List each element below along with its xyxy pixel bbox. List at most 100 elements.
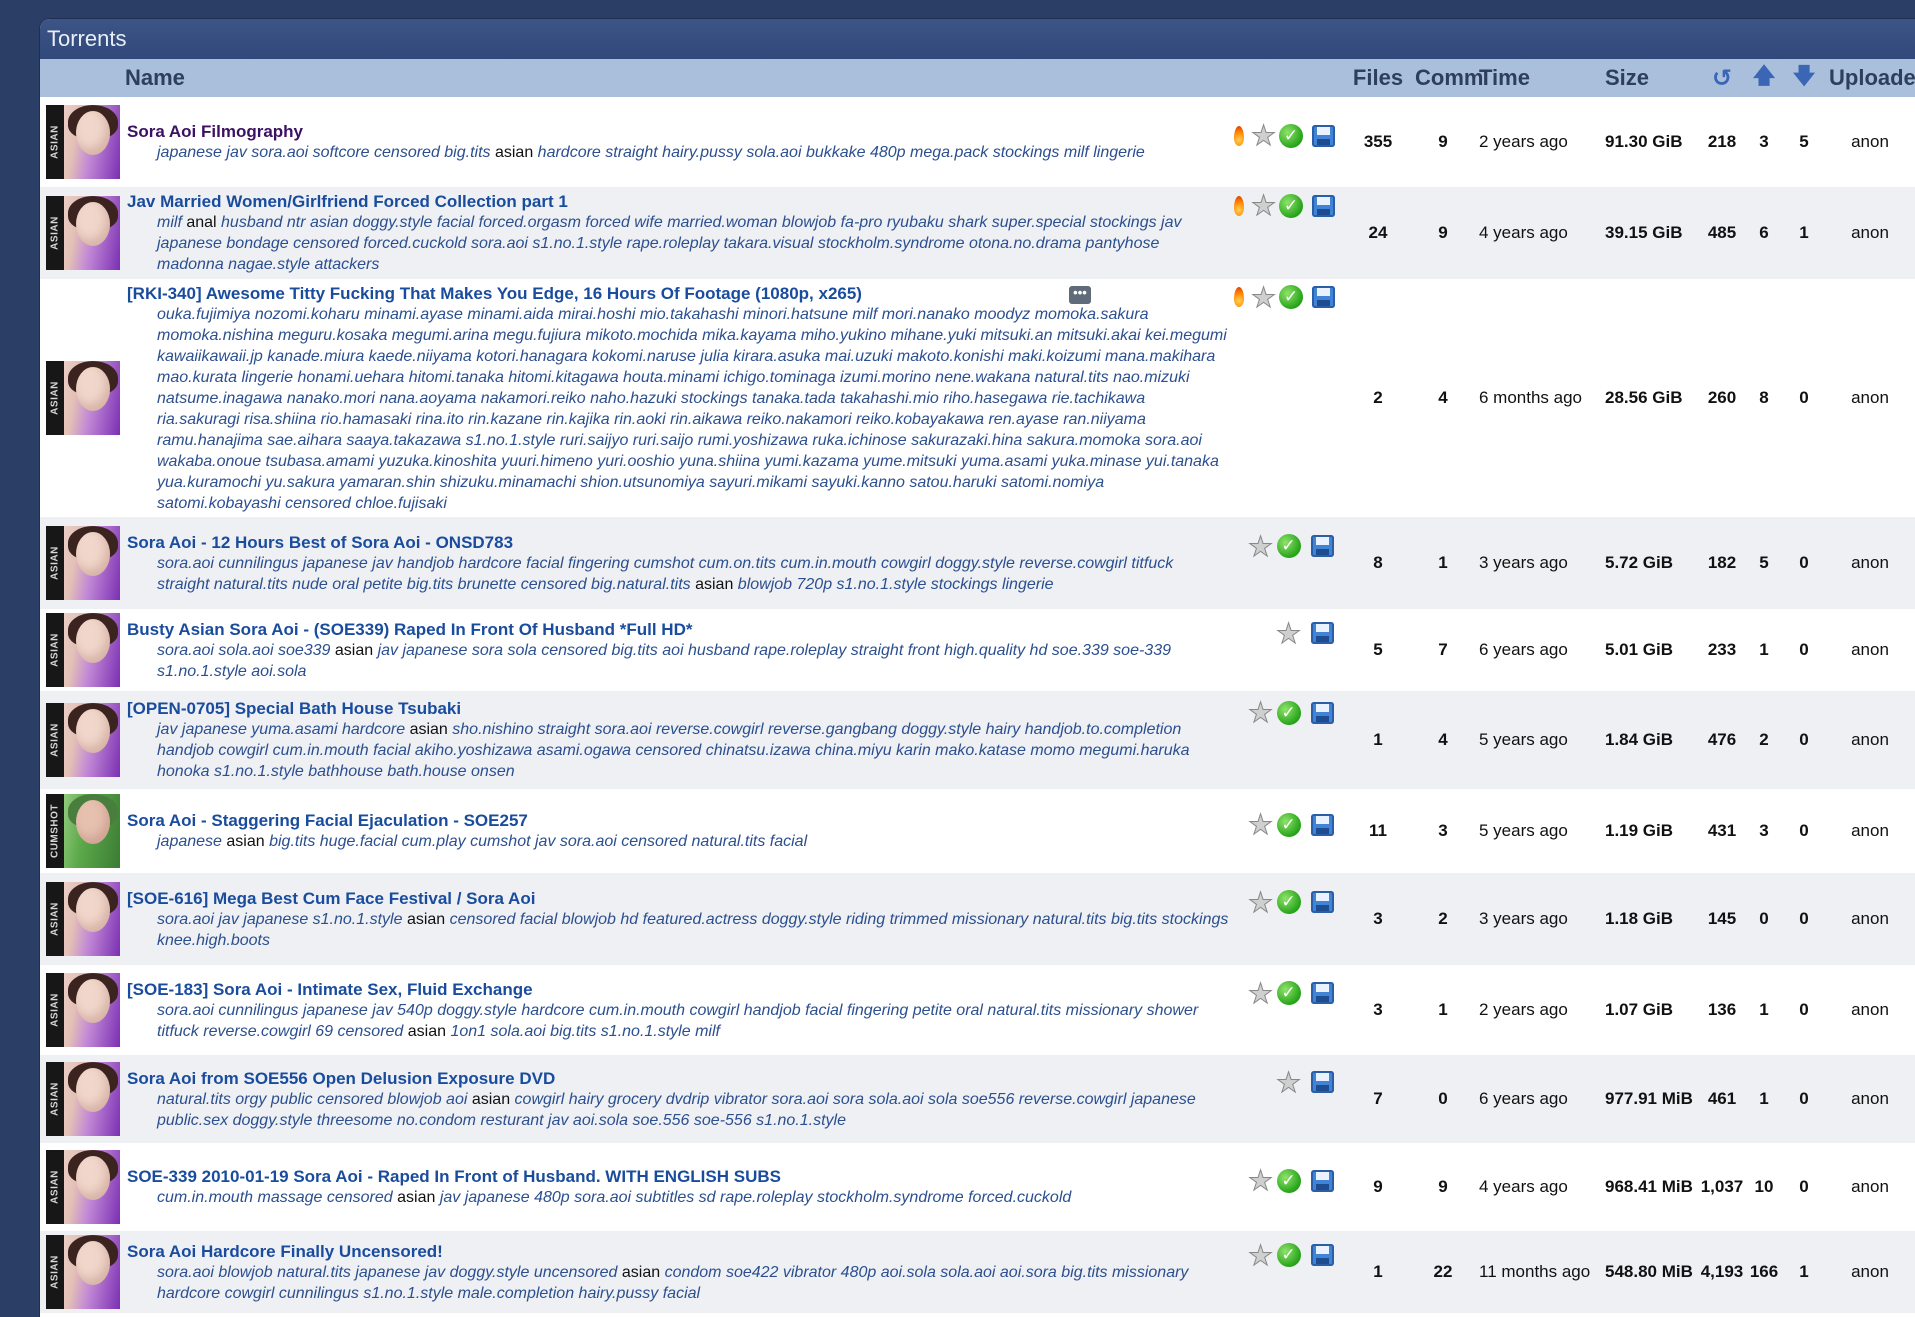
category-thumbnail[interactable]: ASIAN	[46, 361, 120, 435]
tags-text[interactable]: japanese	[157, 833, 226, 850]
tags-text[interactable]: milf	[157, 214, 186, 231]
comments-count[interactable]: 4	[1411, 279, 1475, 517]
table-row[interactable]: ASIAN Busty Asian Sora Aoi - (SOE339) Rap…	[40, 609, 1915, 691]
download-save-icon[interactable]	[1310, 981, 1335, 1006]
category-thumbnail[interactable]: ASIAN	[46, 1150, 120, 1224]
category-cell[interactable]: ASIAN	[40, 609, 121, 691]
tags-text[interactable]: japanese jav sora.aoi softcore censored …	[157, 144, 495, 161]
tags-text[interactable]: sora.aoi blowjob natural.tits japanese j…	[157, 1264, 622, 1281]
category-cell[interactable]: ASIAN	[40, 965, 121, 1055]
download-save-icon[interactable]	[1310, 812, 1335, 837]
tags-text[interactable]: jav japanese 480p sora.aoi subtitles sd …	[435, 1189, 1071, 1206]
download-save-icon[interactable]	[1310, 1070, 1335, 1095]
category-cell[interactable]: ASIAN	[40, 1231, 121, 1313]
download-save-icon[interactable]	[1310, 700, 1335, 725]
download-save-icon[interactable]	[1310, 1168, 1335, 1193]
tags-text[interactable]: jav japanese yuma.asami hardcore	[157, 721, 410, 738]
download-save-icon[interactable]	[1310, 534, 1335, 559]
comments-count[interactable]: 3	[1411, 789, 1475, 873]
star-icon[interactable]: ★	[1250, 283, 1276, 312]
table-row[interactable]: ASIAN Jav Married Women/Girlfriend Forced…	[40, 187, 1915, 279]
table-row[interactable]: ASIAN Sora Aoi Filmography japanese jav so…	[40, 97, 1915, 187]
tags-text[interactable]: cum.in.mouth massage censored	[157, 1189, 397, 1206]
table-row[interactable]: ASIAN [SOE-183] Sora Aoi - Intimate Sex, …	[40, 965, 1915, 1055]
star-icon[interactable]: ★	[1247, 810, 1273, 839]
torrent-title-link[interactable]: Sora Aoi Hardcore Finally Uncensored!	[127, 1241, 1229, 1262]
table-row[interactable]: ASIAN Sora Aoi - 12 Hours Best of Sora Ao…	[40, 517, 1915, 609]
comments-count[interactable]: 2	[1411, 873, 1475, 965]
category-thumbnail[interactable]: ASIAN	[46, 882, 120, 956]
torrent-title-link[interactable]: SOE-339 2010-01-19 Sora Aoi - Raped In F…	[127, 1166, 1229, 1187]
category-thumbnail[interactable]: ASIAN	[46, 105, 120, 179]
comments-count[interactable]: 4	[1411, 691, 1475, 789]
header-time[interactable]: Time	[1475, 59, 1601, 97]
torrent-title-link[interactable]: Sora Aoi Filmography	[127, 121, 1229, 142]
category-cell[interactable]: ASIAN	[40, 517, 121, 609]
category-cell[interactable]: ASIAN	[40, 1055, 121, 1143]
download-save-icon[interactable]	[1312, 285, 1335, 310]
table-row[interactable]: ASIAN Sora Aoi from SOE556 Open Delusion …	[40, 1055, 1915, 1143]
tag-highlight[interactable]: asian	[407, 911, 445, 928]
tag-highlight[interactable]: asian	[695, 576, 733, 593]
tag-highlight[interactable]: asian	[397, 1189, 435, 1206]
header-seeders[interactable]: 🡅	[1745, 59, 1783, 97]
category-thumbnail[interactable]: ASIAN	[46, 1235, 120, 1309]
comments-count[interactable]: 7	[1411, 609, 1475, 691]
download-save-icon[interactable]	[1310, 1243, 1335, 1268]
category-thumbnail[interactable]: ASIAN	[46, 703, 120, 777]
tags-text[interactable]: hardcore straight hairy.pussy sola.aoi b…	[533, 144, 1145, 161]
table-row[interactable]: ASIAN Sora Aoi Hardcore Finally Uncensore…	[40, 1231, 1915, 1313]
torrent-title-link[interactable]: Jav Married Women/Girlfriend Forced Coll…	[127, 191, 1229, 212]
header-leechers[interactable]: 🡇	[1783, 59, 1825, 97]
header-uploader[interactable]: Uploader	[1825, 59, 1915, 97]
star-icon[interactable]: ★	[1247, 979, 1273, 1008]
star-icon[interactable]: ★	[1247, 698, 1273, 727]
comments-count[interactable]: 9	[1411, 1143, 1475, 1231]
table-row[interactable]: CUMSHOT Sora Aoi - Staggering Facial Ejac…	[40, 789, 1915, 873]
category-cell[interactable]: ASIAN	[40, 279, 121, 517]
torrent-title-link[interactable]: Sora Aoi - 12 Hours Best of Sora Aoi - O…	[127, 532, 1229, 553]
tag-highlight[interactable]: asian	[408, 1023, 446, 1040]
tag-highlight[interactable]: asian	[226, 833, 264, 850]
tags-text[interactable]: husband ntr asian doggy.style facial for…	[157, 214, 1182, 273]
star-icon[interactable]: ★	[1247, 532, 1273, 561]
category-cell[interactable]: ASIAN	[40, 1143, 121, 1231]
tags-text[interactable]: blowjob 720p s1.no.1.style stockings lin…	[733, 576, 1054, 593]
category-cell[interactable]: ASIAN	[40, 691, 121, 789]
torrent-title-link[interactable]: [SOE-616] Mega Best Cum Face Festival / …	[127, 888, 1229, 909]
comments-count[interactable]: 1	[1411, 965, 1475, 1055]
comments-count[interactable]: 22	[1411, 1231, 1475, 1313]
category-cell[interactable]: ASIAN	[40, 873, 121, 965]
torrent-title-link[interactable]: Busty Asian Sora Aoi - (SOE339) Raped In…	[127, 619, 1229, 640]
header-size[interactable]: Size	[1601, 59, 1699, 97]
tags-text[interactable]: 1on1 sola.aoi big.tits s1.no.1.style mil…	[446, 1023, 719, 1040]
tags-text[interactable]: ouka.fujimiya nozomi.koharu minami.ayase…	[157, 306, 1227, 512]
download-save-icon[interactable]	[1310, 621, 1335, 646]
download-save-icon[interactable]	[1310, 890, 1335, 915]
star-icon[interactable]: ★	[1247, 1166, 1273, 1195]
table-row[interactable]: ASIAN SOE-339 2010-01-19 Sora Aoi - Raped…	[40, 1143, 1915, 1231]
category-thumbnail[interactable]: CUMSHOT	[46, 794, 120, 868]
star-icon[interactable]: ★	[1275, 1068, 1301, 1097]
more-options-icon[interactable]: •••	[1069, 286, 1091, 304]
tag-highlight[interactable]: asian	[410, 721, 448, 738]
category-thumbnail[interactable]: ASIAN	[46, 613, 120, 687]
star-icon[interactable]: ★	[1275, 619, 1301, 648]
tags-text[interactable]: natural.tits orgy public censored blowjo…	[157, 1091, 472, 1108]
torrent-title-link[interactable]: [OPEN-0705] Special Bath House Tsubaki	[127, 698, 1229, 719]
torrent-title-link[interactable]: [RKI-340] Awesome Titty Fucking That Mak…	[127, 283, 1229, 304]
torrent-title-link[interactable]: [SOE-183] Sora Aoi - Intimate Sex, Fluid…	[127, 979, 1229, 1000]
tags-text[interactable]: sora.aoi sola.aoi soe339	[157, 642, 335, 659]
category-thumbnail[interactable]: ASIAN	[46, 1062, 120, 1136]
star-icon[interactable]: ★	[1247, 1241, 1273, 1270]
category-cell[interactable]: ASIAN	[40, 97, 121, 187]
download-save-icon[interactable]	[1312, 123, 1335, 148]
category-cell[interactable]: ASIAN	[40, 187, 121, 279]
table-row[interactable]: ASIAN [OPEN-0705] Special Bath House Tsub…	[40, 691, 1915, 789]
table-row[interactable]: ASIAN [RKI-340] Awesome Titty Fucking Tha…	[40, 279, 1915, 517]
tag-highlight[interactable]: asian	[335, 642, 373, 659]
tags-text[interactable]: big.tits huge.facial cum.play cumshot ja…	[265, 833, 807, 850]
tag-highlight[interactable]: asian	[472, 1091, 510, 1108]
table-row[interactable]: ASIAN [SOE-616] Mega Best Cum Face Festiv…	[40, 873, 1915, 965]
header-name[interactable]: Name	[121, 59, 1345, 97]
